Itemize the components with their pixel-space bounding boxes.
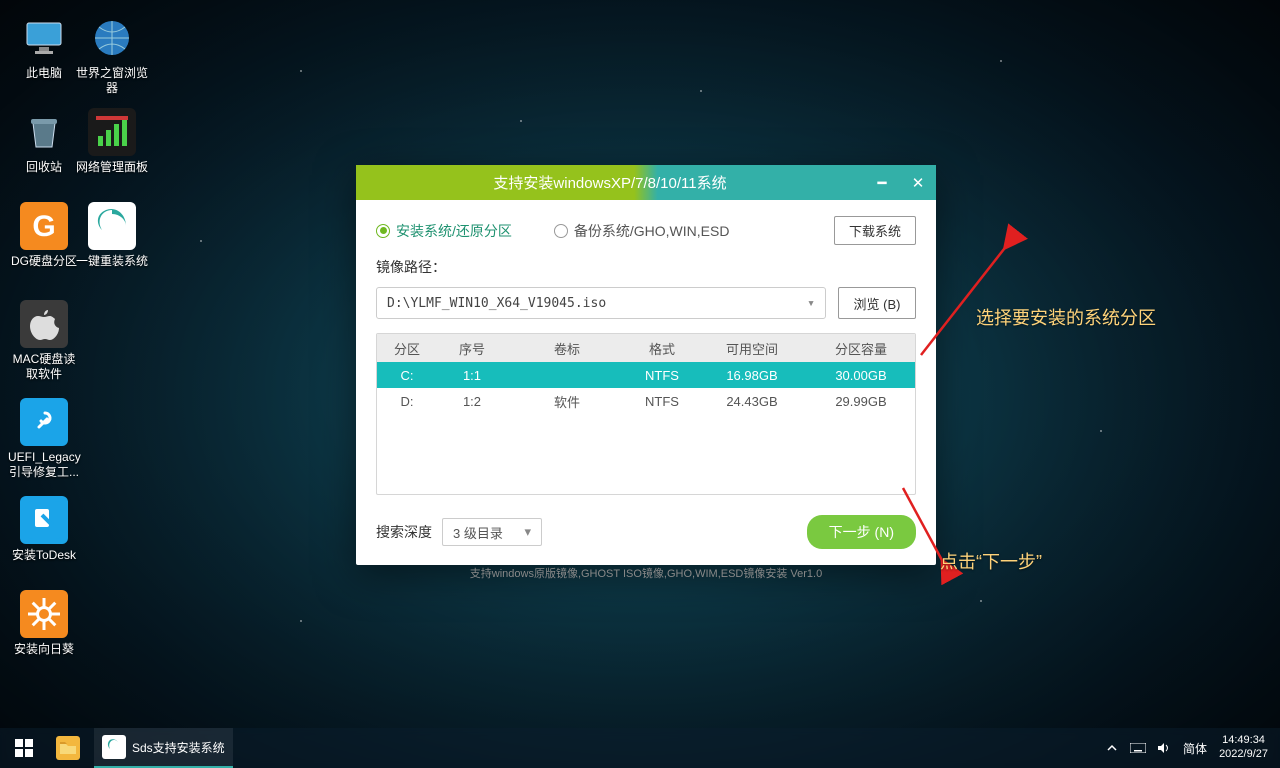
cell-partition: D: — [377, 394, 437, 409]
cell-format: NTFS — [627, 368, 697, 383]
taskbar-running-app[interactable]: Sds支持安装系统 — [94, 728, 233, 768]
partition-row[interactable]: C:1:1 NTFS16.98GB30.00GB — [377, 362, 915, 388]
col-total: 分区容量 — [807, 339, 915, 358]
desktop-icon-reinstall[interactable]: 一键重装系统 — [76, 202, 148, 269]
image-path-value: D:\YLMF_WIN10_X64_V19045.iso — [387, 296, 606, 311]
desktop-icon-label: 安装ToDesk — [8, 548, 80, 563]
dgdisk-icon: G — [20, 202, 68, 250]
sunflower-icon — [20, 590, 68, 638]
cell-index: 1:1 — [437, 368, 507, 383]
search-depth-label: 搜索深度 — [376, 522, 432, 542]
next-button[interactable]: 下一步 (N) — [807, 515, 916, 549]
close-button[interactable]: ✕ — [900, 165, 936, 200]
desktop-icon-label: 一键重装系统 — [76, 254, 148, 269]
installer-footer: 支持windows原版镜像,GHOST ISO镜像,GHO,WIM,ESD镜像安… — [356, 559, 936, 591]
desktop-icon-label: 世界之窗浏览器 — [76, 66, 148, 96]
desktop-icon-uefi[interactable]: UEFI_Legacy引导修复工... — [8, 398, 80, 480]
keyboard-icon[interactable] — [1129, 739, 1147, 757]
desktop-icon-label: 此电脑 — [8, 66, 80, 81]
desktop-icon-this-pc[interactable]: 此电脑 — [8, 14, 80, 81]
col-format: 格式 — [627, 339, 697, 358]
radio-install-restore[interactable]: 安装系统/还原分区 — [376, 221, 512, 241]
reinstall-icon — [88, 202, 136, 250]
windows-logo-icon — [15, 739, 33, 757]
radio-dot-icon — [554, 224, 568, 238]
folder-icon — [56, 736, 80, 760]
desktop-icon-label: 网络管理面板 — [76, 160, 148, 175]
desktop-icon-netmgr[interactable]: 网络管理面板 — [76, 108, 148, 175]
chevron-down-icon: ▾ — [807, 296, 815, 311]
cell-format: NTFS — [627, 394, 697, 409]
cell-index: 1:2 — [437, 394, 507, 409]
desktop-icon-label: 回收站 — [8, 160, 80, 175]
svg-text:G: G — [32, 210, 55, 243]
clock-date: 2022/9/27 — [1219, 748, 1268, 762]
todesk-icon — [20, 496, 68, 544]
taskbar-clock[interactable]: 14:49:34 2022/9/27 — [1219, 734, 1268, 762]
recycle-icon — [20, 108, 68, 156]
window-title: 支持安装windowsXP/7/8/10/11系统 — [356, 172, 864, 193]
radio-backup[interactable]: 备份系统/GHO,WIN,ESD — [554, 221, 730, 241]
desktop-icon-label: DG硬盘分区 — [8, 254, 80, 269]
minimize-button[interactable]: ━ — [864, 165, 900, 200]
partition-table-header: 分区 序号 卷标 格式 可用空间 分区容量 — [377, 334, 915, 362]
annotation-text-2: 点击“下一步” — [940, 548, 1042, 574]
titlebar[interactable]: 支持安装windowsXP/7/8/10/11系统 ━ ✕ — [356, 165, 936, 200]
cell-partition: C: — [377, 368, 437, 383]
clock-time: 14:49:34 — [1219, 734, 1268, 748]
ime-indicator[interactable]: 简体 — [1183, 740, 1207, 757]
radio-backup-label: 备份系统/GHO,WIN,ESD — [574, 221, 730, 241]
partition-row[interactable]: D:1:2软件NTFS24.43GB29.99GB — [377, 388, 915, 414]
desktop-icon-dgdisk[interactable]: G DG硬盘分区 — [8, 202, 80, 269]
partition-table: 分区 序号 卷标 格式 可用空间 分区容量 C:1:1 NTFS16.98GB30… — [376, 333, 916, 495]
image-path-dropdown[interactable]: D:\YLMF_WIN10_X64_V19045.iso ▾ — [376, 287, 826, 319]
app-icon — [102, 735, 126, 759]
radio-install-label: 安装系统/还原分区 — [396, 221, 512, 241]
macdisk-icon — [20, 300, 68, 348]
taskbar-file-explorer[interactable] — [48, 728, 94, 768]
search-depth-select[interactable]: 3 级目录 ▾ — [442, 518, 542, 546]
search-depth-value: 3 级目录 — [453, 523, 503, 542]
browser-icon — [88, 14, 136, 62]
download-system-button[interactable]: 下载系统 — [834, 216, 916, 245]
radio-dot-icon — [376, 224, 390, 238]
start-button[interactable] — [0, 728, 48, 768]
uefi-icon — [20, 398, 68, 446]
cell-total: 30.00GB — [807, 368, 915, 383]
desktop-icon-label: UEFI_Legacy引导修复工... — [8, 450, 80, 480]
installer-window: 支持安装windowsXP/7/8/10/11系统 ━ ✕ 安装系统/还原分区 … — [356, 165, 936, 565]
desktop-icon-recycle[interactable]: 回收站 — [8, 108, 80, 175]
chevron-down-icon: ▾ — [524, 524, 531, 540]
cell-free: 24.43GB — [697, 394, 807, 409]
col-partition: 分区 — [377, 339, 437, 358]
desktop-icon-macdisk[interactable]: MAC硬盘读取软件 — [8, 300, 80, 382]
this-pc-icon — [20, 14, 68, 62]
browse-button[interactable]: 浏览 (B) — [838, 287, 916, 319]
taskbar: Sds支持安装系统 简体 14:49:34 2022/9/27 — [0, 728, 1280, 768]
image-path-label: 镜像路径： — [376, 257, 916, 277]
desktop-icon-todesk[interactable]: 安装ToDesk — [8, 496, 80, 563]
tray-chevron-icon[interactable] — [1103, 739, 1121, 757]
cell-free: 16.98GB — [697, 368, 807, 383]
desktop-icon-label: 安装向日葵 — [8, 642, 80, 657]
desktop-icon-label: MAC硬盘读取软件 — [8, 352, 80, 382]
cell-volume: 软件 — [507, 392, 627, 411]
volume-icon[interactable] — [1155, 739, 1173, 757]
cell-total: 29.99GB — [807, 394, 915, 409]
desktop-icon-sunflower[interactable]: 安装向日葵 — [8, 590, 80, 657]
annotation-text-1: 选择要安装的系统分区 — [976, 304, 1156, 330]
taskbar-app-label: Sds支持安装系统 — [132, 739, 225, 756]
col-free: 可用空间 — [697, 339, 807, 358]
netmgr-icon — [88, 108, 136, 156]
col-index: 序号 — [437, 339, 507, 358]
desktop-icon-browser[interactable]: 世界之窗浏览器 — [76, 14, 148, 96]
col-volume: 卷标 — [507, 339, 627, 358]
system-tray: 简体 14:49:34 2022/9/27 — [1093, 728, 1280, 768]
